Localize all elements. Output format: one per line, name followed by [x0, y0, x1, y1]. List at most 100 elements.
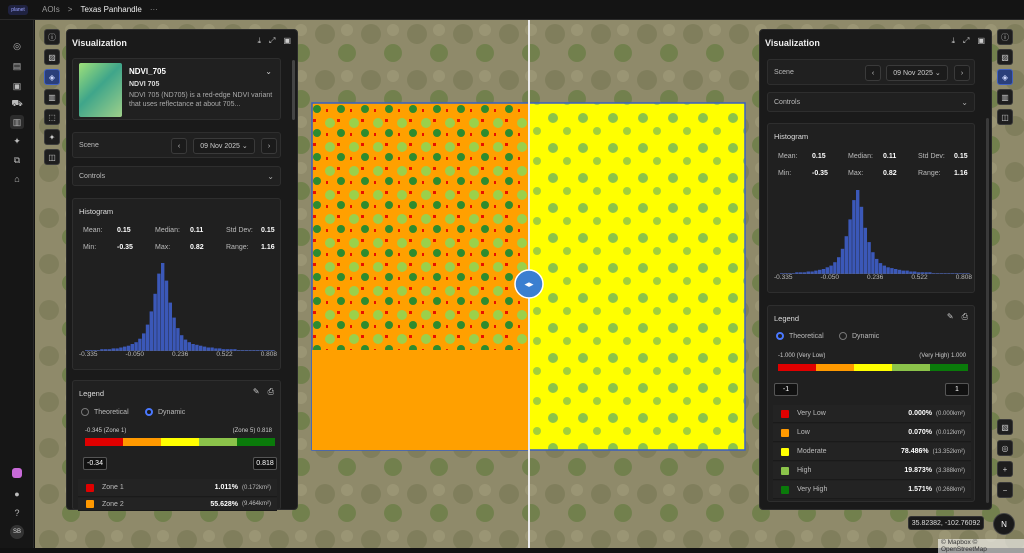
- controls-accordion[interactable]: Controls ⌄: [767, 92, 975, 112]
- scene-date-select[interactable]: 09 Nov 2025 ⌄: [193, 138, 255, 154]
- min-value-input[interactable]: -1: [774, 383, 798, 396]
- dynamic-radio[interactable]: Dynamic: [145, 408, 185, 416]
- visualization-panel-right: Visualization ⤓ ⤢ ▣ Scene ‹ 09 Nov 2025 …: [759, 29, 992, 510]
- scrollbar[interactable]: [986, 118, 989, 503]
- range-value: 1.16: [954, 170, 968, 177]
- bell-icon[interactable]: ●: [10, 487, 24, 501]
- edit-icon[interactable]: ✎: [253, 387, 260, 397]
- notification-app-icon[interactable]: [12, 468, 22, 478]
- map-style-icon[interactable]: ▧: [997, 419, 1013, 435]
- locate-icon[interactable]: ◎: [997, 440, 1013, 456]
- compare-icon[interactable]: ◫: [997, 109, 1013, 125]
- fullscreen-icon[interactable]: ⤢: [269, 36, 275, 46]
- cart-icon[interactable]: ⛟: [10, 97, 24, 111]
- export-icon[interactable]: ⎙: [268, 387, 274, 397]
- class-name: Moderate: [797, 448, 827, 455]
- download-icon[interactable]: ⤓: [951, 36, 955, 46]
- layer-card[interactable]: NDVI_705 NDVI 705 NDVI 705 (ND705) is a …: [72, 58, 281, 120]
- histogram-bar: [145, 324, 150, 351]
- next-scene-button[interactable]: ›: [261, 138, 277, 154]
- histogram-bar: [840, 248, 845, 274]
- class-area: (3.388km²): [935, 467, 965, 474]
- layer-name: NDVI_705: [129, 67, 166, 76]
- prev-scene-button[interactable]: ‹: [865, 65, 881, 81]
- controls-accordion[interactable]: Controls ⌄: [72, 166, 281, 186]
- panel-title: Visualization: [765, 38, 820, 48]
- download-icon[interactable]: ⤓: [257, 36, 261, 46]
- max-value: 0.82: [190, 244, 204, 251]
- chart-icon[interactable]: ▥: [997, 89, 1013, 105]
- analytics-icon[interactable]: ✦: [10, 134, 24, 148]
- scene-date-select[interactable]: 09 Nov 2025 ⌄: [886, 65, 948, 81]
- next-scene-button[interactable]: ›: [954, 65, 970, 81]
- layers-icon[interactable]: ▤: [10, 59, 24, 73]
- range-label: Range:: [226, 244, 249, 251]
- compass-button[interactable]: N: [993, 513, 1015, 535]
- class-percent: 19.873%: [904, 467, 932, 474]
- layers-icon[interactable]: ◈: [997, 69, 1013, 85]
- legend-row: Very Low 0.000% (0.000km²): [773, 405, 971, 423]
- dynamic-label: Dynamic: [158, 408, 186, 416]
- layers-icon[interactable]: ◈: [44, 69, 60, 85]
- map-icon[interactable]: ▥: [10, 115, 24, 129]
- scene-row: Scene ‹ 09 Nov 2025 ⌄ ›: [767, 59, 975, 85]
- image-icon[interactable]: ▨: [44, 49, 60, 65]
- histogram-bar: [878, 263, 883, 274]
- avatar[interactable]: SB: [10, 525, 24, 539]
- zone-name: Zone 1: [102, 484, 124, 491]
- min-value-input[interactable]: -0.34: [83, 457, 107, 470]
- max-value-input[interactable]: 0.818: [253, 457, 277, 470]
- map-attribution[interactable]: © Mapbox © OpenStreetMap: [938, 539, 1024, 553]
- layer-thumbnail: [79, 63, 122, 117]
- histogram-tick: 0.236: [172, 351, 189, 358]
- split-view-icon[interactable]: ▣: [283, 36, 291, 46]
- fullscreen-icon[interactable]: ⤢: [963, 36, 969, 46]
- histogram-bar: [859, 206, 864, 274]
- dynamic-radio[interactable]: Dynamic: [839, 332, 879, 340]
- map-controls: ▧ ◎ + −: [997, 419, 1015, 498]
- more-menu-button[interactable]: ···: [150, 5, 158, 14]
- export-icon[interactable]: ⎙: [962, 312, 968, 322]
- compass-icon[interactable]: ◎: [10, 39, 24, 53]
- mean-value: 0.15: [117, 227, 131, 234]
- std-value: 0.15: [954, 153, 968, 160]
- theoretical-radio[interactable]: Theoretical: [81, 408, 129, 416]
- median-value: 0.11: [883, 153, 897, 160]
- theoretical-radio[interactable]: Theoretical: [776, 332, 824, 340]
- prev-scene-button[interactable]: ‹: [171, 138, 187, 154]
- chevron-down-icon[interactable]: ⌄: [265, 67, 272, 76]
- car-icon[interactable]: ▣: [10, 79, 24, 93]
- histogram-bar: [863, 227, 867, 274]
- panel-title: Visualization: [72, 38, 127, 48]
- info-icon[interactable]: ⓘ: [997, 29, 1013, 45]
- zone-percent: 55.628%: [210, 500, 238, 508]
- image-icon[interactable]: ▨: [997, 49, 1013, 65]
- color-scale-bar[interactable]: [85, 438, 275, 446]
- area-icon[interactable]: ⬚: [44, 109, 60, 125]
- info-icon[interactable]: ⓘ: [44, 29, 60, 45]
- histogram-bar: [149, 311, 153, 351]
- help-icon[interactable]: ?: [10, 506, 24, 520]
- zoom-out-button[interactable]: −: [997, 482, 1013, 498]
- class-swatch: [781, 466, 789, 475]
- magic-icon[interactable]: ✦: [44, 129, 60, 145]
- legend-card: Legend ✎ ⎙ Theoretical Dynamic -1.000 (V…: [767, 305, 975, 502]
- compare-icon[interactable]: ◫: [44, 149, 60, 165]
- chart-icon[interactable]: ▥: [44, 89, 60, 105]
- split-view-icon[interactable]: ▣: [977, 36, 985, 46]
- zoom-in-button[interactable]: +: [997, 461, 1013, 477]
- layer-description: NDVI 705 (ND705) is a red-edge NDVI vari…: [129, 92, 273, 108]
- graph-icon[interactable]: ⧉: [10, 153, 24, 167]
- color-scale-bar[interactable]: [778, 364, 968, 371]
- edit-icon[interactable]: ✎: [947, 312, 954, 322]
- scrollbar[interactable]: [292, 60, 295, 120]
- radio-checked-icon: [776, 332, 784, 340]
- max-value-input[interactable]: 1: [945, 383, 969, 396]
- breadcrumb-aois[interactable]: AOIs: [42, 5, 60, 14]
- right-toolbar: ⓘ ▨ ◈ ▥ ◫: [997, 29, 1015, 125]
- app-logo[interactable]: planet: [8, 5, 28, 15]
- store-icon[interactable]: ⌂: [10, 172, 24, 186]
- legend-row: Low 0.070% (0.012km²): [773, 424, 971, 442]
- histogram-bar: [130, 344, 134, 351]
- histogram-tick: -0.050: [125, 351, 144, 358]
